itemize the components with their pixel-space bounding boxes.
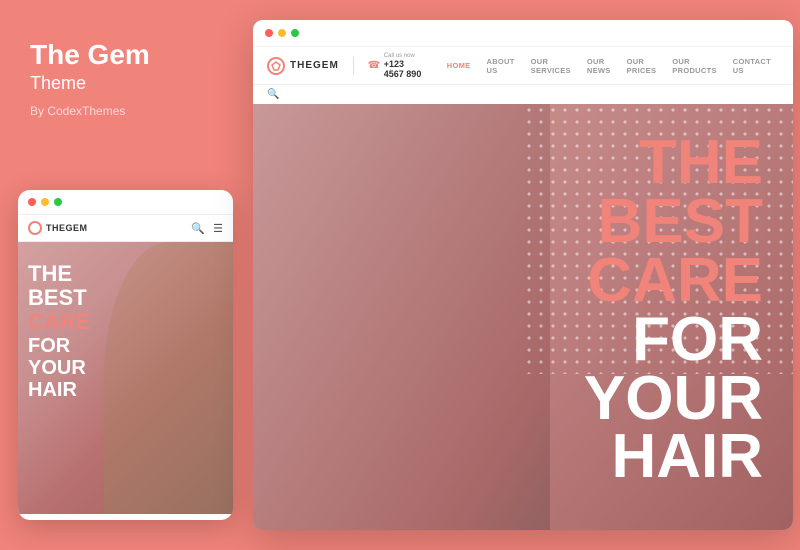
nav-link-about[interactable]: ABOUT US — [478, 57, 522, 75]
mobile-nav-icons: 🔍 ☰ — [191, 222, 223, 235]
left-panel: The Gem Theme By CodexThemes THEGEM 🔍 ☰ … — [0, 0, 248, 550]
desktop-hero-text: THE BEST CARE FOR YOUR HAIR — [584, 134, 763, 487]
theme-by: By CodexThemes — [30, 104, 218, 118]
mobile-logo-text: THEGEM — [46, 223, 88, 233]
mobile-hero-line-5: YOUR — [28, 357, 90, 379]
nav-link-contact[interactable]: CONTACT US — [725, 57, 779, 75]
desktop-hero-background: THE BEST CARE FOR YOUR HAIR — [253, 104, 793, 530]
phone-text: Call us now +123 4567 890 — [384, 53, 425, 79]
nav-link-news[interactable]: OUR NEWS — [579, 57, 619, 75]
nav-link-home[interactable]: HOME — [439, 61, 479, 70]
mobile-hero-line-2: BEST — [28, 286, 90, 310]
desktop-person-image — [253, 104, 550, 530]
mobile-person-image — [104, 242, 233, 514]
desktop-window-controls — [253, 20, 793, 47]
desktop-hero-line-6: HAIR — [584, 428, 763, 487]
desktop-mockup: THEGEM ☎ Call us now +123 4567 890 HOME … — [253, 20, 793, 530]
desktop-close-dot — [265, 29, 273, 37]
phone-number: +123 4567 890 — [384, 59, 425, 79]
menu-icon[interactable]: ☰ — [213, 222, 223, 235]
theme-title: The Gem — [30, 40, 218, 71]
theme-subtitle: Theme — [30, 73, 218, 94]
mobile-logo: THEGEM — [28, 221, 88, 235]
desktop-logo-text: THEGEM — [290, 60, 339, 71]
desktop-nav-links: HOME ABOUT US OUR SERVICES OUR NEWS OUR … — [439, 57, 779, 75]
close-dot — [28, 198, 36, 206]
mobile-window-controls — [18, 190, 233, 214]
desktop-hero-line-1: THE — [584, 134, 763, 193]
nav-link-products[interactable]: OUR PRODUCTS — [664, 57, 724, 75]
mobile-hero-text: THE BEST CARE FOR YOUR HAIR — [28, 262, 90, 401]
desktop-navbar: THEGEM ☎ Call us now +123 4567 890 HOME … — [253, 47, 793, 85]
nav-link-services[interactable]: OUR SERVICES — [523, 57, 579, 75]
maximize-dot — [54, 198, 62, 206]
desktop-minimize-dot — [278, 29, 286, 37]
desktop-hero-line-4: FOR — [584, 311, 763, 370]
search-icon[interactable]: 🔍 — [191, 222, 205, 235]
mobile-hero-line-6: HAIR — [28, 379, 90, 401]
minimize-dot — [41, 198, 49, 206]
desktop-hero: THE BEST CARE FOR YOUR HAIR — [253, 104, 793, 530]
mobile-hero-line-4: FOR — [28, 335, 90, 357]
desktop-maximize-dot — [291, 29, 299, 37]
nav-link-prices[interactable]: OUR PRICES — [619, 57, 665, 75]
mobile-mockup: THEGEM 🔍 ☰ THE BEST CARE FOR YOUR HAIR — [18, 190, 233, 520]
mobile-hero: THE BEST CARE FOR YOUR HAIR — [18, 242, 233, 514]
mobile-hero-line-3: CARE — [28, 310, 90, 334]
mobile-hero-bg: THE BEST CARE FOR YOUR HAIR — [18, 242, 233, 514]
desktop-hero-line-2: BEST — [584, 193, 763, 252]
desktop-logo-icon — [267, 57, 285, 75]
desktop-phone: ☎ Call us now +123 4567 890 — [354, 53, 439, 79]
desktop-logo: THEGEM — [267, 57, 354, 75]
mobile-logo-icon — [28, 221, 42, 235]
mobile-navbar: THEGEM 🔍 ☰ — [18, 214, 233, 242]
desktop-hero-line-5: YOUR — [584, 370, 763, 429]
mobile-hero-line-1: THE — [28, 262, 90, 286]
desktop-search-row: 🔍 — [253, 85, 793, 104]
desktop-hero-line-3: CARE — [584, 252, 763, 311]
phone-icon: ☎ — [368, 60, 380, 72]
search-icon[interactable]: 🔍 — [267, 89, 279, 100]
